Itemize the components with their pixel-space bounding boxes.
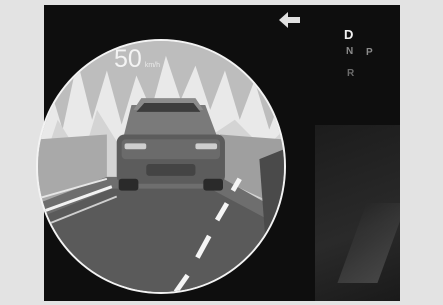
camera-view-bubble: 50 km/h [36,39,286,294]
speed-unit: km/h [144,62,160,69]
speed-value: 50 [114,45,142,73]
gear-neutral: N [346,46,354,57]
gear-park: P [366,47,373,58]
left-arrow-icon [279,12,300,28]
speed-readout: 50 km/h [114,47,160,78]
gear-reverse: R [347,68,355,79]
side-panel [315,125,400,301]
gear-drive: D [344,27,354,42]
road-scene [38,41,284,292]
